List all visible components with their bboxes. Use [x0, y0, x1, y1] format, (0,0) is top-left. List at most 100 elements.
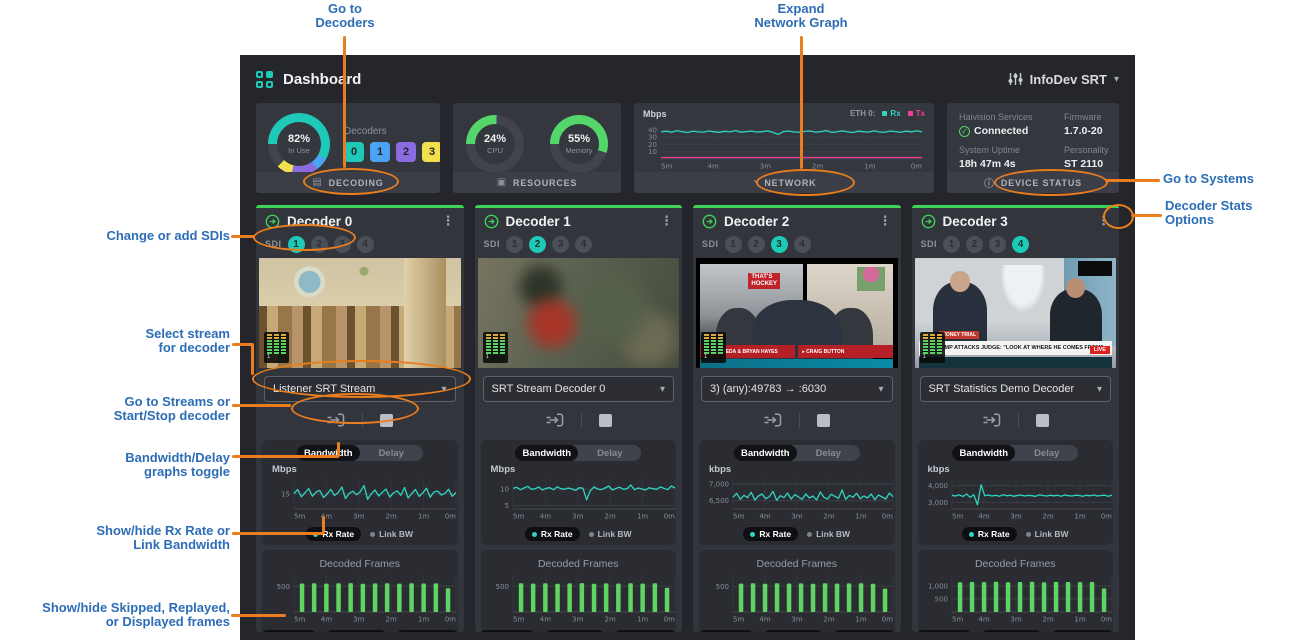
annotation-show-hide-rx: Show/hide Rx Rate or Link Bandwidth: [65, 524, 230, 552]
sdi-chip-1[interactable]: 1: [725, 236, 742, 253]
frames-panel: Decoded Frames 5005m4m3m2m1m0m Skipped R…: [481, 550, 677, 632]
displayed-legend-pill[interactable]: Displayed: [1051, 630, 1114, 632]
delay-toggle[interactable]: Delay: [360, 445, 423, 461]
replayed-legend-pill[interactable]: Replayed: [326, 630, 387, 632]
kebab-menu-icon[interactable]: ⋮: [879, 216, 892, 226]
decoder-chip-3[interactable]: 3: [422, 142, 440, 162]
svg-text:5m: 5m: [294, 513, 305, 521]
svg-text:15: 15: [281, 491, 290, 499]
sdi-chip-2[interactable]: 2: [966, 236, 983, 253]
cpu-label: CPU: [487, 146, 503, 155]
svg-text:500: 500: [934, 595, 947, 603]
link-bw-legend[interactable]: Link BW: [807, 529, 850, 539]
bandwidth-toggle[interactable]: Bandwidth: [297, 445, 360, 461]
goto-streams-button[interactable]: [763, 412, 782, 428]
delay-toggle[interactable]: Delay: [578, 445, 641, 461]
link-bw-legend[interactable]: Link BW: [1026, 529, 1069, 539]
device-menu[interactable]: InfoDev SRT ▾: [1008, 72, 1119, 87]
annotation-line: [251, 343, 254, 375]
svg-text:10: 10: [648, 148, 657, 156]
replayed-legend-pill[interactable]: Replayed: [981, 630, 1042, 632]
decoder-chip-0[interactable]: 0: [344, 142, 364, 162]
skipped-legend-pill[interactable]: Skipped: [479, 630, 535, 632]
decoder-chip-1[interactable]: 1: [370, 142, 390, 162]
sdi-chip-4[interactable]: 4: [357, 236, 374, 253]
svg-text:0m: 0m: [445, 616, 456, 624]
sdi-chip-2[interactable]: 2: [748, 236, 765, 253]
sdi-chip-4[interactable]: 4: [1012, 236, 1029, 253]
kebab-menu-icon[interactable]: ⋮: [442, 216, 455, 226]
annotation-line: [231, 614, 286, 617]
bandwidth-toggle[interactable]: Bandwidth: [952, 445, 1015, 461]
svg-text:0m: 0m: [911, 163, 922, 171]
goto-streams-icon: [545, 412, 564, 428]
annotation-change-sdis: Change or add SDIs: [75, 229, 230, 243]
delay-toggle[interactable]: Delay: [797, 445, 860, 461]
skipped-legend-pill[interactable]: Skipped: [261, 630, 317, 632]
bandwidth-chart: 155m4m3m2m1m0m: [266, 475, 461, 520]
svg-text:5m: 5m: [294, 616, 305, 624]
svg-text:5m: 5m: [733, 513, 744, 521]
svg-text:3m: 3m: [760, 163, 771, 171]
decoder-title: Decoder 2: [724, 214, 789, 229]
sdi-chip-1[interactable]: 1: [943, 236, 960, 253]
skipped-legend-pill[interactable]: Skipped: [916, 630, 972, 632]
displayed-legend-pill[interactable]: Displayed: [833, 630, 896, 632]
delay-toggle[interactable]: Delay: [1015, 445, 1078, 461]
stream-select[interactable]: SRT Statistics Demo Decoder▾: [920, 376, 1112, 402]
goto-streams-button[interactable]: [545, 412, 564, 428]
sliders-icon: [1008, 72, 1023, 86]
tx-legend: Tx: [908, 109, 925, 118]
decoder-title: Decoder 3: [943, 214, 1008, 229]
displayed-legend-pill[interactable]: Displayed: [614, 630, 677, 632]
goto-streams-button[interactable]: [982, 412, 1001, 428]
link-bw-legend[interactable]: Link BW: [589, 529, 632, 539]
annotation-line: [337, 442, 340, 457]
check-icon: ✓: [959, 126, 970, 137]
skipped-legend-pill[interactable]: Skipped: [698, 630, 754, 632]
decoder-active-icon: [484, 214, 499, 229]
rx-rate-legend-pill[interactable]: Rx Rate: [743, 527, 798, 541]
annotation-decoder-stats: Decoder Stats Options: [1165, 199, 1252, 227]
sdi-chip-4[interactable]: 4: [575, 236, 592, 253]
sdi-chip-1[interactable]: 1: [506, 236, 523, 253]
link-bw-legend[interactable]: Link BW: [370, 529, 413, 539]
bandwidth-toggle[interactable]: Bandwidth: [734, 445, 797, 461]
cpu-percent: 24%: [484, 133, 506, 145]
svg-text:4m: 4m: [539, 513, 550, 521]
stop-decoder-button[interactable]: [1036, 414, 1049, 427]
bandwidth-toggle[interactable]: Bandwidth: [515, 445, 578, 461]
bandwidth-panel: Bandwidth Delay kbps 7,0006,5005m4m3m2m1…: [699, 440, 895, 545]
decoder-active-icon: [702, 214, 717, 229]
decoder-chip-2[interactable]: 2: [396, 142, 416, 162]
bandwidth-delay-toggle: Bandwidth Delay: [515, 445, 641, 461]
rx-rate-legend-pill[interactable]: Rx Rate: [962, 527, 1017, 541]
sdi-chip-3[interactable]: 3: [771, 236, 788, 253]
sdi-chip-3[interactable]: 3: [552, 236, 569, 253]
kebab-menu-icon[interactable]: ⋮: [660, 216, 673, 226]
svg-text:1m: 1m: [418, 513, 429, 521]
stream-select[interactable]: 3) (any):49783 → :6030▾: [701, 376, 893, 402]
replayed-legend-pill[interactable]: Replayed: [544, 630, 605, 632]
svg-text:3m: 3m: [791, 616, 802, 624]
annotation-oval-network: [756, 169, 855, 196]
svg-text:1m: 1m: [636, 513, 647, 521]
sdi-chip-2[interactable]: 2: [529, 236, 546, 253]
frames-panel: Decoded Frames 5005m4m3m2m1m0m Skipped R…: [699, 550, 895, 632]
stop-decoder-button[interactable]: [817, 414, 830, 427]
sdi-chip-4[interactable]: 4: [794, 236, 811, 253]
sdi-chip-3[interactable]: 3: [989, 236, 1006, 253]
displayed-legend-pill[interactable]: Displayed: [396, 630, 459, 632]
network-legend: ETH 0: Rx Tx: [850, 109, 925, 118]
annotation-line: [232, 404, 291, 407]
annotation-oval-decoding: [303, 168, 399, 195]
in-use-label: In Use: [288, 146, 310, 155]
svg-text:5: 5: [504, 502, 508, 510]
bandwidth-delay-toggle: Bandwidth Delay: [952, 445, 1078, 461]
rx-rate-legend-pill[interactable]: Rx Rate: [525, 527, 580, 541]
replayed-legend-pill[interactable]: Replayed: [763, 630, 824, 632]
svg-text:3m: 3m: [572, 513, 583, 521]
stream-select[interactable]: SRT Stream Decoder 0▾: [483, 376, 675, 402]
stop-decoder-button[interactable]: [599, 414, 612, 427]
goto-resources-button[interactable]: ▣ RESOURCES: [453, 172, 621, 193]
